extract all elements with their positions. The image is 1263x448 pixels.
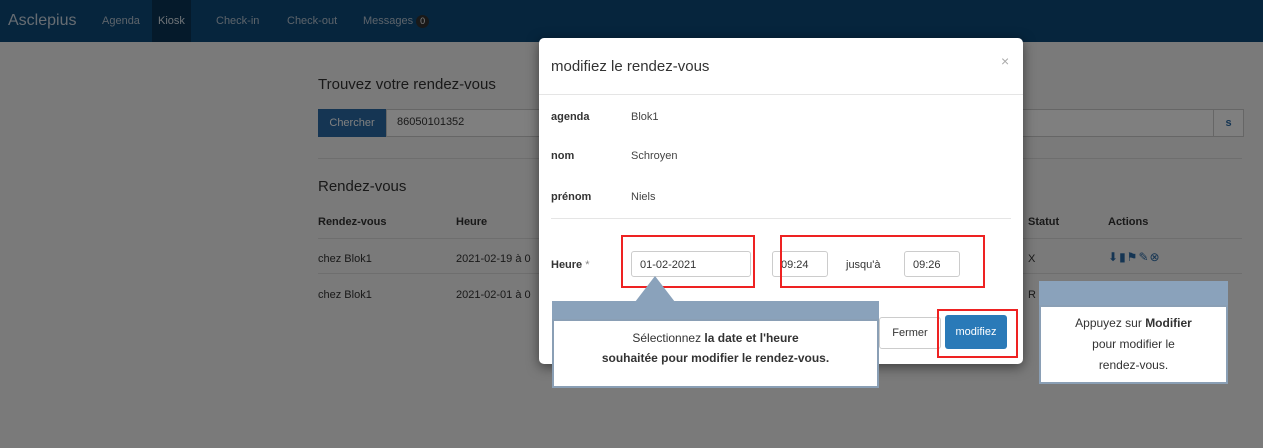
right-callout-text-b: Modifier [1145,316,1192,330]
right-callout-line-1: Appuyez sur Modifier [1041,313,1226,334]
left-callout-line-1: Sélectionnez la date et l'heure [554,328,877,348]
right-callout: Appuyez sur Modifier pour modifier le re… [1039,305,1228,384]
left-callout-header [552,301,879,320]
left-callout-line-2: souhaitée pour modifier le rendez-vous. [601,351,830,365]
left-callout: Sélectionnez la date et l'heure souhaité… [552,319,879,388]
callout-pointer [635,276,675,302]
left-callout-text-a: Sélectionnez [632,331,705,345]
right-callout-text-a: Appuyez sur [1075,316,1146,330]
right-callout-header [1039,281,1228,306]
left-callout-text-b: la date et l'heure [704,331,799,345]
right-callout-line-3: rendez-vous. [1098,358,1169,372]
right-callout-line-2: pour modifier le [1092,337,1175,351]
